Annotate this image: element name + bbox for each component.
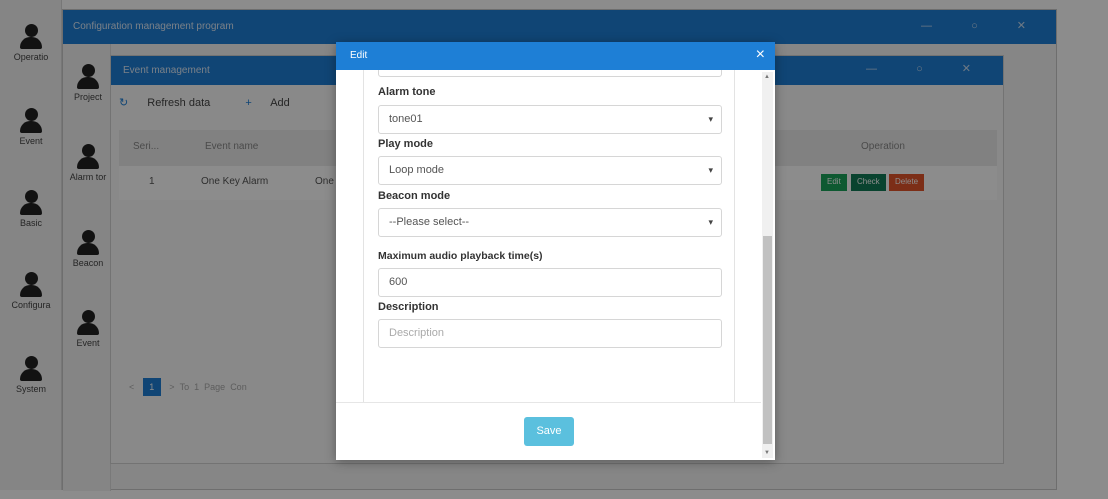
- max-time-input[interactable]: 600: [378, 268, 722, 297]
- previous-field[interactable]: [378, 70, 722, 77]
- beacon-mode-select[interactable]: --Please select-- ▾: [378, 208, 722, 237]
- scroll-thumb[interactable]: [763, 236, 772, 444]
- chevron-down-icon: ▾: [708, 114, 713, 124]
- description-input[interactable]: Description: [378, 319, 722, 348]
- dialog-body: Alarm tone tone01 ▾ Play mode Loop mode …: [336, 70, 761, 402]
- description-label: Description: [378, 301, 439, 313]
- chevron-down-icon: ▾: [708, 217, 713, 227]
- edit-dialog: Edit × Alarm tone tone01 ▾ Play mode Loo…: [336, 42, 775, 460]
- play-mode-select[interactable]: Loop mode ▾: [378, 156, 722, 185]
- alarm-tone-label: Alarm tone: [378, 86, 436, 98]
- dialog-scrollbar[interactable]: ▲ ▼: [762, 72, 773, 458]
- alarm-tone-value: tone01: [389, 113, 423, 125]
- edit-form: Alarm tone tone01 ▾ Play mode Loop mode …: [363, 70, 735, 402]
- chevron-down-icon: ▾: [708, 165, 713, 175]
- max-time-label: Maximum audio playback time(s): [378, 250, 543, 262]
- beacon-mode-label: Beacon mode: [378, 190, 451, 202]
- dialog-footer: Save: [336, 402, 761, 460]
- dialog-header: Edit ×: [336, 42, 775, 70]
- alarm-tone-select[interactable]: tone01 ▾: [378, 105, 722, 134]
- close-icon[interactable]: ×: [756, 46, 765, 64]
- play-mode-label: Play mode: [378, 138, 434, 150]
- dialog-title: Edit: [350, 50, 368, 61]
- scroll-down-arrow-icon[interactable]: ▼: [764, 450, 770, 456]
- play-mode-value: Loop mode: [389, 164, 445, 176]
- save-button[interactable]: Save: [524, 417, 574, 446]
- beacon-mode-value: --Please select--: [389, 216, 470, 228]
- description-placeholder: Description: [389, 327, 445, 339]
- scroll-up-arrow-icon[interactable]: ▲: [764, 74, 770, 80]
- max-time-value: 600: [389, 276, 408, 288]
